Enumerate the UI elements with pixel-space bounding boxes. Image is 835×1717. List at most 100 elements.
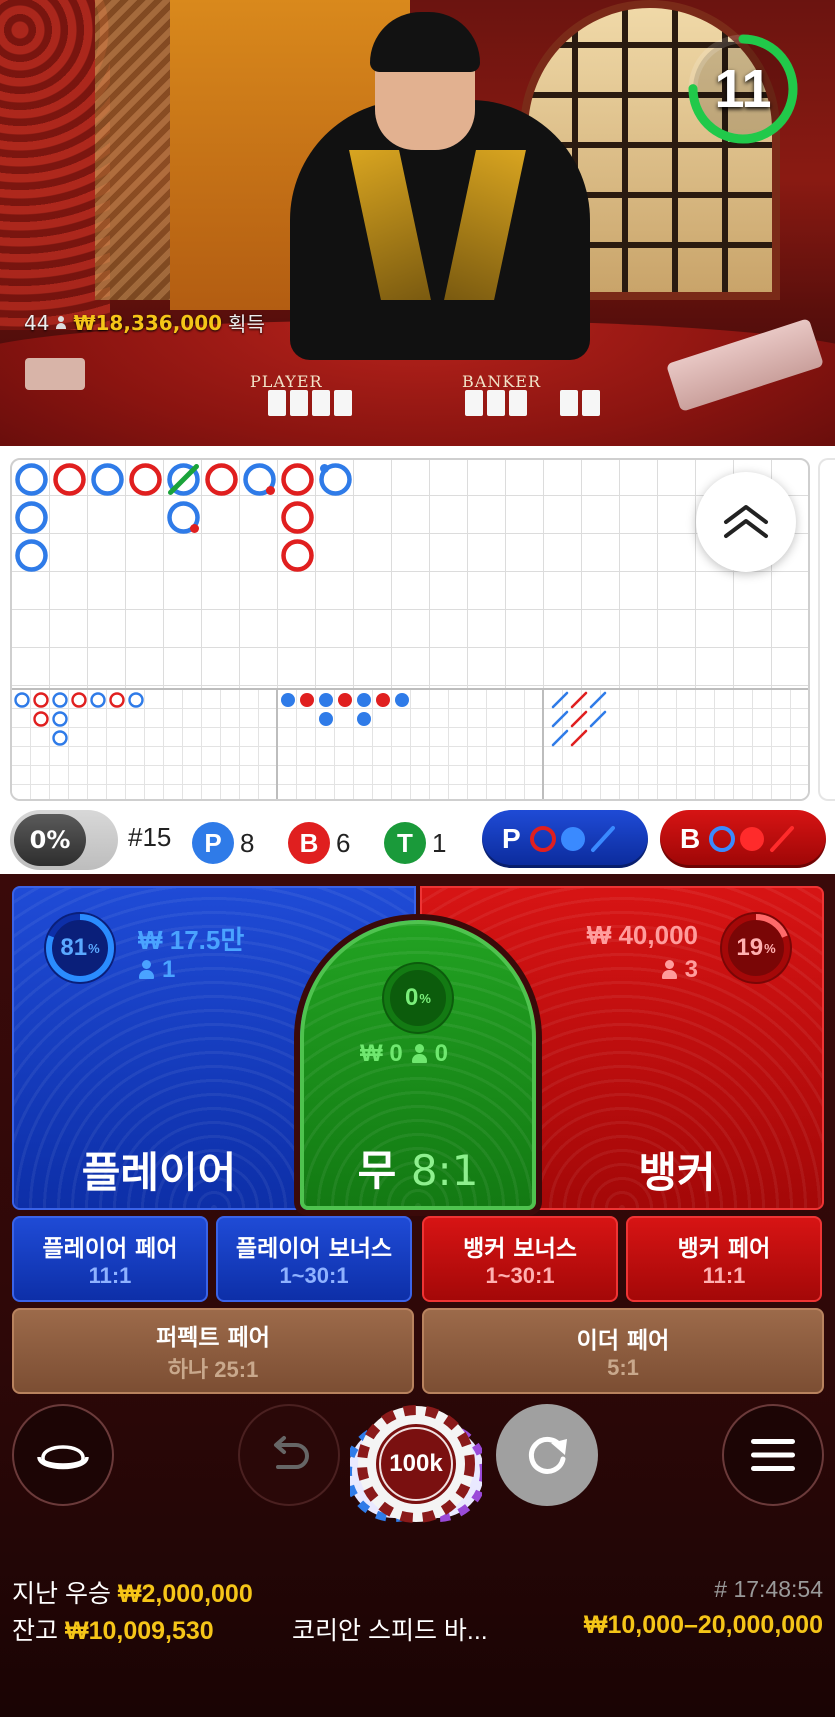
tie-label: 무 8:1 [304,1137,532,1198]
round-number: #15 [128,822,171,853]
double-chevron-up-icon [724,505,768,538]
banker-percent: 19 [736,934,764,961]
player-pair-title: 플레이어 페어 [42,1236,178,1262]
banker-pair-bet[interactable]: 뱅커 페어 11:1 [626,1216,822,1302]
tie-count: T 1 [384,822,446,864]
either-pair-title: 이더 페어 [576,1328,670,1354]
big-road-banker-mark [281,463,314,496]
table-label-banker: BANKER [462,372,541,391]
tie-bet-zone[interactable]: 0% ₩ 0 0 무 8:1 [300,920,536,1210]
roadmap-panel: 0% #15 P 8 B 6 T 1 P B [0,446,835,874]
banker-dot-icon: B [288,822,330,864]
player-count: P 8 [192,822,254,864]
big-road-banker-mark [129,463,162,496]
small-road-mark [319,693,333,707]
undo-button[interactable] [238,1404,340,1506]
balance-label: 잔고 [12,1617,59,1645]
big-road-player-mark [91,463,124,496]
big-road-banker-mark [205,463,238,496]
tie-bet-info: ₩ 0 0 [360,1040,448,1068]
big-eye-boy-mark [14,692,30,708]
big-eye-boy-mark [52,692,68,708]
derived-roads-canvas [14,691,607,747]
banker-pair-title: 뱅커 페어 [677,1236,771,1262]
banker-predict-button[interactable]: B [660,810,826,868]
banker-count: B 6 [288,822,350,864]
player-predict-label: P [502,823,521,854]
tie-percent-ring: 0% [378,958,458,1038]
either-pair-bet[interactable]: 이더 페어 5:1 [422,1308,824,1394]
banker-bonus-bet[interactable]: 뱅커 보너스 1~30:1 [422,1216,618,1302]
player-percent: 81 [60,934,88,961]
player-count-value: 8 [240,827,255,858]
big-eye-boy-mark [33,692,49,708]
last-win: 지난 우승 ₩2,000,000 [12,1574,253,1610]
lobby-button[interactable] [12,1404,114,1506]
player-dot-icon: P [192,822,234,864]
banker-bonus-odds: 1~30:1 [485,1263,555,1288]
cockroach-road-mark [589,710,607,728]
table-name: 코리안 스피드 바... [292,1617,488,1645]
player-percent-ring: 81% [40,908,120,988]
derived-roads [12,688,808,799]
player-bonus-bet[interactable]: 플레이어 보너스 1~30:1 [216,1216,412,1302]
small-road-mark [376,693,390,707]
small-road-mark [319,712,333,726]
big-eye-boy-mark [90,692,106,708]
player-label: 플레이어 [81,1148,237,1197]
chip-selector[interactable]: 100k [344,1402,488,1534]
big-eye-boy-mark [109,692,125,708]
user-icon [138,960,154,980]
big-road-player-mark [15,463,48,496]
small-road-mark [281,693,295,707]
big-eye-boy-mark [71,692,87,708]
perfect-pair-bet[interactable]: 퍼펙트 페어 하나 25:1 [12,1308,414,1394]
player-predict-button[interactable]: P [482,810,648,868]
round-id-time: # 17:48:54 [714,1576,823,1602]
cockroach-road-mark [570,729,588,747]
big-eye-boy-mark [128,692,144,708]
next-roadmap-preview[interactable] [818,458,835,801]
bet-limits: ₩10,000–20,000,000 [583,1611,823,1639]
cockroach-road-mark [551,729,569,747]
banker-users-value: 3 [684,956,698,983]
banker-count-value: 6 [336,827,351,858]
balance: 잔고 ₩10,009,530 [12,1611,214,1647]
live-video-feed: PLAYER BANKER 44 ₩18,336,000 획득 11 [0,0,835,446]
tie-percent: 0 [405,984,419,1011]
small-road-mark [338,693,352,707]
game-screen: PLAYER BANKER 44 ₩18,336,000 획득 11 0% #1… [0,0,835,1717]
repeat-bet-button[interactable] [496,1404,598,1506]
banker-bonus-title: 뱅커 보너스 [463,1236,577,1262]
winners-suffix: 획득 [228,312,265,336]
cockroach-road-mark [589,691,607,709]
percent-toggle[interactable]: 0% [10,810,118,870]
player-percent-sign: % [88,940,100,956]
player-bettor-count: 1 [138,956,175,984]
player-pair-bet[interactable]: 플레이어 페어 11:1 [12,1216,208,1302]
big-road [15,463,352,572]
banker-pair-dot [190,524,199,533]
last-win-amount: ₩2,000,000 [117,1580,253,1608]
player-bonus-odds: 1~30:1 [279,1263,349,1288]
tie-label-text: 무 [357,1146,397,1195]
collapse-roadmap-button[interactable] [696,472,796,572]
scoreboard-grid[interactable] [10,458,810,801]
banker-percent-sign: % [764,940,776,956]
hamburger-icon [751,1439,795,1471]
either-pair-odds: 5:1 [607,1355,639,1380]
big-eye-boy-mark [52,711,68,727]
winners-count: 44 [24,310,50,335]
player-pair-odds: 11:1 [88,1263,132,1288]
winners-amount: ₩18,336,000 [73,310,223,335]
big-eye-boy-mark [52,730,68,746]
menu-button[interactable] [722,1404,824,1506]
banker-predict-label: B [680,823,701,854]
chip-value: 100k [389,1450,443,1477]
small-road-mark [357,693,371,707]
percent-toggle-label: 0% [14,814,86,866]
cockroach-road-mark [570,691,588,709]
last-win-label: 지난 우승 [12,1580,111,1608]
banker-bettor-count: 3 [661,956,698,984]
player-bet-amount: ₩ 17.5만 [138,925,245,955]
